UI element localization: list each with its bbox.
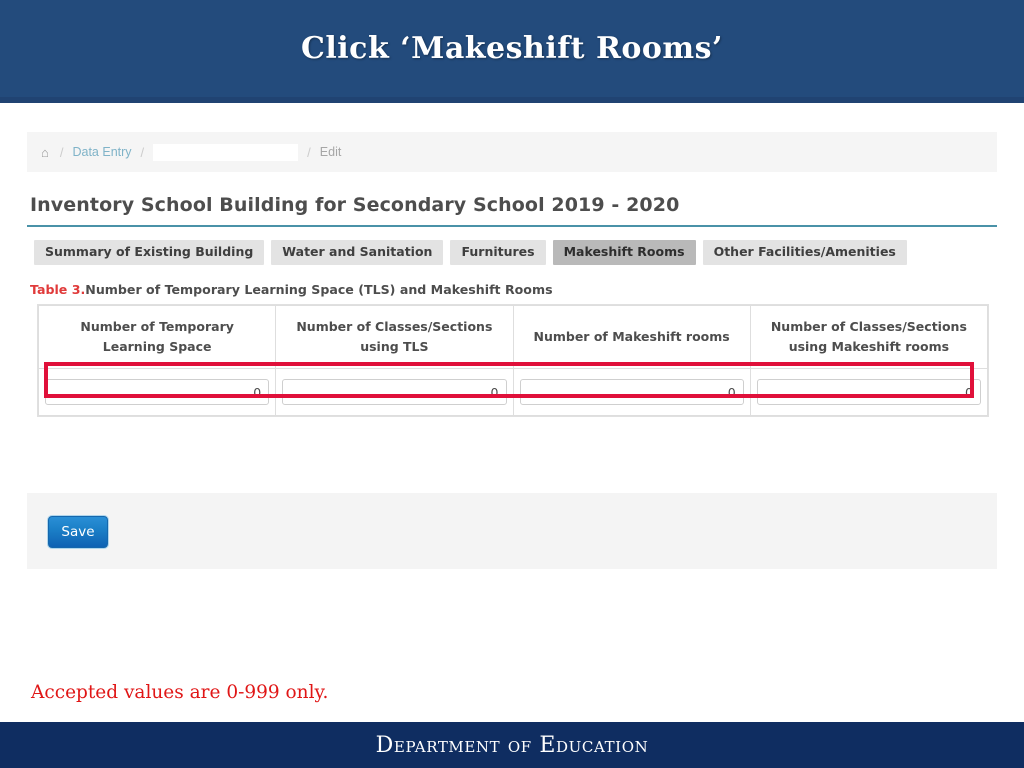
footer-organization-name: Department of Education — [375, 732, 649, 758]
app-screenshot: ⌂ / Data Entry / / Edit Inventory School… — [0, 112, 1024, 722]
footer-band: Department of Education — [0, 722, 1024, 768]
column-header-line1: Number of Classes/Sections — [296, 318, 493, 334]
page-title: Inventory School Building for Secondary … — [30, 194, 680, 216]
table-row — [37, 368, 989, 417]
table-header-row: Number of Temporary Learning Space Numbe… — [37, 305, 989, 370]
column-header-line2: Learning Space — [102, 339, 212, 355]
accepted-values-note: Accepted values are 0-999 only. — [31, 682, 329, 703]
column-header-temporary-learning-space: Number of Temporary Learning Space — [37, 305, 277, 370]
input-classes-using-makeshift-rooms[interactable] — [756, 379, 981, 406]
breadcrumb-item-edit: Edit — [319, 145, 342, 159]
content-card: ⌂ / Data Entry / / Edit Inventory School… — [27, 132, 997, 418]
slide-title-band: Click ‘Makeshift Rooms’ — [0, 0, 1024, 103]
save-button[interactable]: Save — [48, 516, 108, 548]
home-icon[interactable]: ⌂ — [41, 146, 49, 159]
tab-bar: Summary of Existing Building Water and S… — [27, 227, 997, 266]
breadcrumb-separator-3: / — [307, 144, 311, 160]
cell-classes-using-tls — [275, 368, 514, 417]
column-header-line2: using Makeshift rooms — [788, 339, 950, 355]
save-panel: Save — [27, 493, 997, 569]
slide-title-band-inner: Click ‘Makeshift Rooms’ — [0, 0, 1024, 97]
tab-furnitures[interactable]: Furnitures — [450, 240, 546, 266]
input-classes-using-tls[interactable] — [282, 379, 507, 406]
table-caption-label: Table 3. — [30, 282, 86, 298]
tab-other-facilities-amenities[interactable]: Other Facilities/Amenities — [702, 240, 907, 266]
table-caption: Table 3.Number of Temporary Learning Spa… — [27, 265, 997, 304]
slide-title: Click ‘Makeshift Rooms’ — [301, 31, 723, 66]
input-temporary-learning-space[interactable] — [45, 379, 270, 406]
column-header-makeshift-rooms: Number of Makeshift rooms — [512, 305, 751, 370]
column-header-line1: Number of Makeshift rooms — [533, 329, 730, 345]
table-caption-text: Number of Temporary Learning Space (TLS)… — [85, 282, 553, 298]
column-header-line2: using TLS — [360, 339, 429, 355]
column-header-line1: Number of Classes/Sections — [770, 318, 967, 334]
cell-classes-using-makeshift-rooms — [749, 368, 989, 417]
tab-makeshift-rooms[interactable]: Makeshift Rooms — [552, 240, 696, 266]
page-title-section: Inventory School Building for Secondary … — [27, 172, 997, 227]
breadcrumb-separator-1: / — [59, 144, 64, 160]
tab-summary-of-existing-building[interactable]: Summary of Existing Building — [34, 240, 265, 266]
tab-water-and-sanitation[interactable]: Water and Sanitation — [271, 240, 444, 266]
makeshift-rooms-table: Number of Temporary Learning Space Numbe… — [37, 304, 989, 418]
cell-temporary-learning-space — [37, 368, 277, 417]
column-header-line1: Number of Temporary — [80, 318, 234, 334]
input-makeshift-rooms[interactable] — [519, 379, 744, 406]
breadcrumb-separator-2: / — [140, 144, 145, 160]
cell-makeshift-rooms — [512, 368, 751, 417]
breadcrumb-item-data-entry[interactable]: Data Entry — [72, 145, 131, 159]
breadcrumb-item-redacted — [153, 143, 299, 161]
breadcrumb: ⌂ / Data Entry / / Edit — [27, 132, 997, 172]
column-header-classes-using-makeshift-rooms: Number of Classes/Sections using Makeshi… — [749, 305, 989, 370]
column-header-classes-using-tls: Number of Classes/Sections using TLS — [275, 305, 514, 370]
